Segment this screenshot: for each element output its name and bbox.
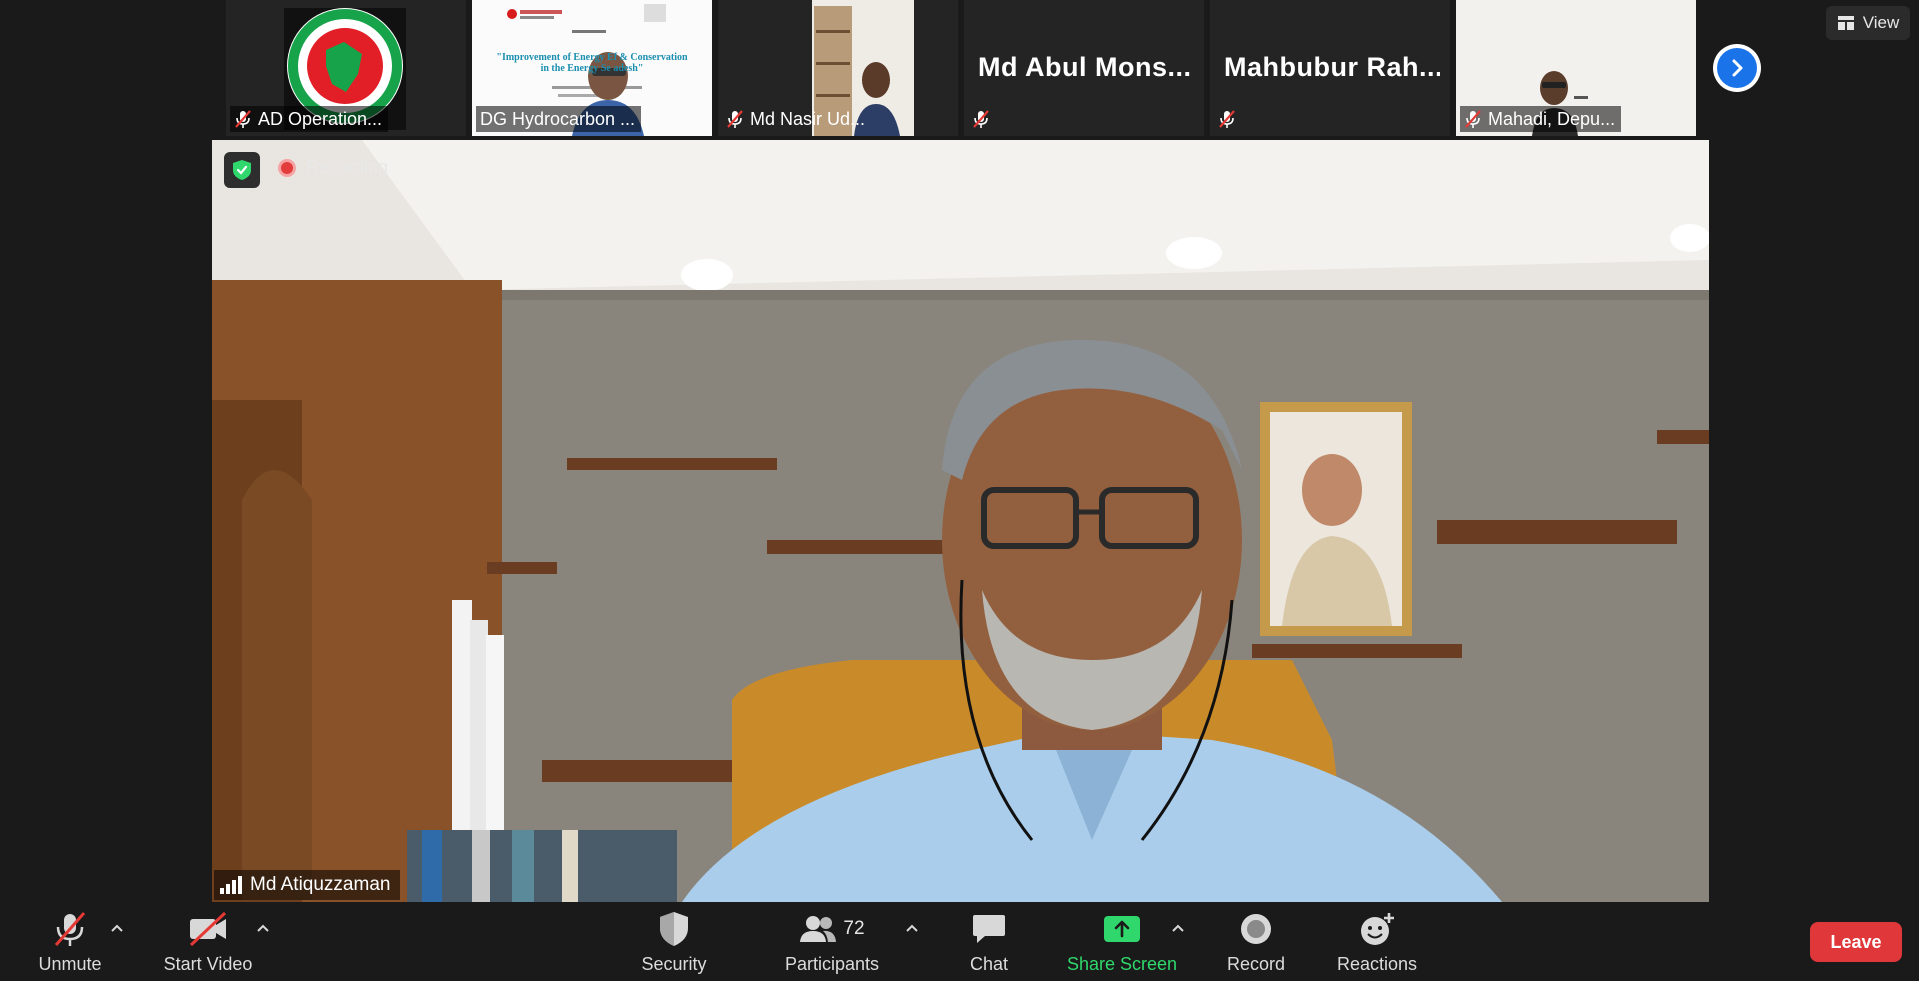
muted-mic-icon bbox=[973, 110, 989, 128]
video-off-icon bbox=[189, 911, 227, 947]
record-icon bbox=[1241, 914, 1271, 944]
speaker-video-frame bbox=[212, 140, 1709, 902]
share-screen-label: Share Screen bbox=[1066, 954, 1178, 974]
chat-label: Chat bbox=[969, 954, 1009, 974]
chevron-up-icon bbox=[1172, 924, 1184, 932]
start-video-label: Start Video bbox=[163, 954, 253, 974]
signal-strength-icon bbox=[220, 876, 242, 894]
recording-label: Recording bbox=[306, 157, 389, 177]
security-label: Security bbox=[641, 954, 707, 974]
unmute-button[interactable]: Unmute bbox=[34, 908, 106, 975]
participant-tile-dg-hydrocarbon[interactable]: "Improvement of Energy Ef & Conservation… bbox=[472, 0, 712, 136]
participant-name-tag bbox=[1214, 106, 1242, 132]
muted-mic-icon bbox=[54, 912, 86, 946]
muted-mic-icon bbox=[1219, 110, 1235, 128]
participant-name: DG Hydrocarbon ... bbox=[480, 108, 636, 129]
record-button[interactable]: Record bbox=[1225, 908, 1287, 975]
meeting-toolbar: Unmute Start Video Security 72 Participa… bbox=[0, 902, 1919, 981]
leave-button[interactable]: Leave bbox=[1810, 922, 1902, 962]
participant-name-tag bbox=[968, 106, 996, 132]
recording-dot-icon bbox=[278, 158, 296, 177]
muted-mic-icon bbox=[1465, 110, 1481, 128]
chevron-up-icon bbox=[111, 924, 123, 932]
participant-display-name: Md Abul Mons... bbox=[978, 52, 1192, 82]
audio-options-caret[interactable] bbox=[107, 918, 127, 938]
active-speaker-tag: Md Atiquzzaman bbox=[214, 870, 401, 900]
participant-name-tag: Md Nasir Ud... bbox=[722, 106, 871, 132]
view-button[interactable]: View bbox=[1826, 6, 1910, 40]
video-options-caret[interactable] bbox=[253, 918, 273, 938]
chevron-up-icon bbox=[257, 924, 269, 932]
start-video-button[interactable]: Start Video bbox=[160, 908, 256, 975]
participant-count: 72 bbox=[843, 918, 865, 939]
participant-display-name: Mahbubur Rah... bbox=[1224, 52, 1440, 82]
speaker-name: Md Atiquzzaman bbox=[250, 874, 391, 895]
participant-tile-ad-operation[interactable]: AD Operation... bbox=[226, 0, 466, 136]
participant-tile-md-abul[interactable]: Md Abul Mons... bbox=[964, 0, 1204, 136]
recording-indicator: Recording bbox=[278, 157, 388, 178]
main-speaker-video[interactable]: Recording Md Atiquzzaman bbox=[212, 140, 1709, 902]
participant-name-tag: Mahadi, Depu... bbox=[1460, 106, 1622, 132]
slide-title: "Improvement of Energy Ef & Conservation bbox=[496, 52, 688, 63]
security-button[interactable]: Security bbox=[638, 908, 710, 975]
participant-tile-mahadi[interactable]: Mahadi, Depu... bbox=[1456, 0, 1696, 136]
record-label: Record bbox=[1226, 954, 1286, 974]
shield-icon bbox=[660, 912, 688, 946]
participants-options-caret[interactable] bbox=[902, 918, 922, 938]
share-screen-button[interactable]: Share Screen bbox=[1066, 908, 1178, 975]
chevron-up-icon bbox=[906, 924, 918, 932]
view-label: View bbox=[1862, 13, 1900, 32]
chat-button[interactable]: Chat bbox=[962, 908, 1016, 975]
participant-name: Mahadi, Depu... bbox=[1488, 108, 1616, 129]
participant-name-tag: AD Operation... bbox=[230, 106, 389, 132]
encryption-shield-badge[interactable] bbox=[224, 152, 260, 188]
muted-mic-icon bbox=[727, 110, 743, 128]
chat-icon bbox=[973, 915, 1005, 943]
share-screen-icon bbox=[1104, 916, 1140, 942]
thumbnail-strip: AD Operation... "Improvement of Energy E… bbox=[226, 0, 1696, 136]
participants-icon bbox=[800, 916, 837, 942]
participant-tile-md-nasir[interactable]: Md Nasir Ud... bbox=[718, 0, 958, 136]
participant-name-tag: DG Hydrocarbon ... bbox=[476, 106, 642, 132]
unmute-label: Unmute bbox=[38, 954, 102, 974]
participant-name: AD Operation... bbox=[258, 108, 383, 129]
grid-view-icon bbox=[1837, 16, 1854, 30]
participants-button[interactable]: 72 Participants bbox=[782, 908, 882, 975]
reactions-icon bbox=[1361, 913, 1394, 945]
share-options-caret[interactable] bbox=[1168, 918, 1188, 938]
shield-check-icon bbox=[233, 160, 251, 180]
participants-label: Participants bbox=[784, 954, 880, 974]
slide-subtitle: in the Energy Se adesh" bbox=[540, 63, 644, 74]
participant-name: Md Nasir Ud... bbox=[750, 108, 866, 129]
next-page-button[interactable] bbox=[1713, 44, 1761, 92]
chevron-right-icon bbox=[1732, 59, 1743, 77]
muted-mic-icon bbox=[235, 110, 251, 128]
participant-tile-mahbubur[interactable]: Mahbubur Rah... bbox=[1210, 0, 1450, 136]
reactions-label: Reactions bbox=[1336, 954, 1418, 974]
reactions-button[interactable]: Reactions bbox=[1336, 908, 1418, 975]
